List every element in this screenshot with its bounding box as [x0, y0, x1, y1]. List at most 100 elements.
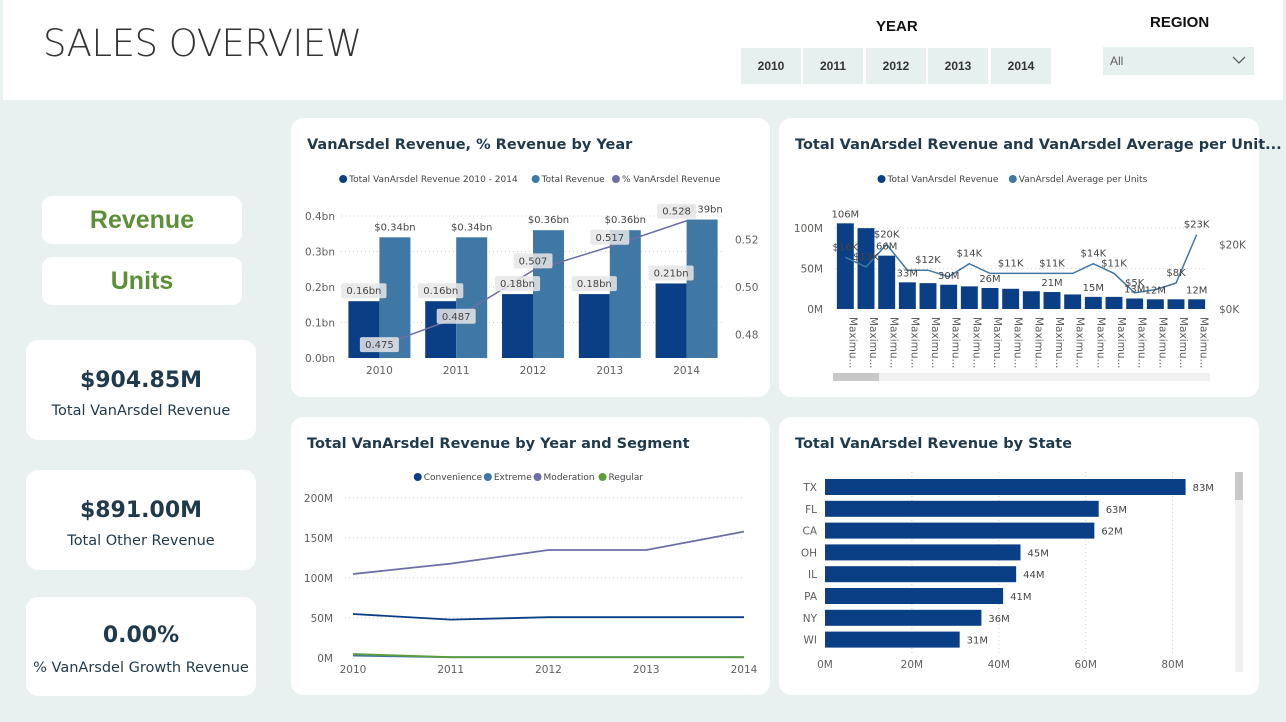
y2-tick-label: 0.48: [735, 329, 758, 341]
x-tick-label: 2014: [731, 664, 758, 676]
data-label: 44M: [1023, 570, 1044, 581]
legend-label: VanArsdel Average per Units: [1019, 175, 1148, 185]
data-label: 21M: [1041, 278, 1062, 289]
header-bar: SALES OVERVIEW: [3, 0, 1283, 100]
bar-state-revenue: [825, 566, 1017, 583]
data-label: 0.18bn: [577, 279, 612, 290]
vertical-scrollbar-thumb[interactable]: [1235, 472, 1243, 500]
legend-label: Total Revenue: [541, 175, 606, 185]
year-button-2011[interactable]: 2011: [803, 48, 863, 84]
bar-total-revenue: [533, 230, 564, 358]
page-title: SALES OVERVIEW: [43, 22, 362, 65]
data-label: 66M: [876, 242, 897, 253]
chart-card-revenue-by-year[interactable]: VanArsdel Revenue, % Revenue by Year Tot…: [291, 118, 770, 397]
bar-state-revenue: [825, 500, 1099, 517]
data-label: $11K: [998, 258, 1024, 269]
bar-vanarsdel-revenue: [1146, 299, 1164, 309]
data-label: 0.16bn: [346, 286, 381, 297]
legend-marker: [598, 473, 607, 481]
y-tick-label: 0.4bn: [305, 211, 335, 223]
data-label: 36M: [988, 614, 1009, 625]
region-dropdown[interactable]: All: [1103, 47, 1254, 75]
kpi-label: Total Other Revenue: [67, 533, 215, 549]
region-slicer-title: REGION: [1150, 14, 1210, 31]
x-tick-label: 0M: [817, 659, 833, 671]
line-convenience: [352, 613, 744, 621]
vertical-scrollbar-track[interactable]: [1235, 472, 1243, 672]
x-tick-label: 2010: [340, 664, 367, 676]
data-label: $5K: [1125, 278, 1145, 289]
data-label: 63M: [1106, 505, 1127, 516]
x-tick-label: 40M: [988, 659, 1010, 671]
y-tick-label: CA: [802, 526, 817, 538]
line-regular: [352, 653, 744, 659]
revenue-by-state-chart: 0M 20M 40M 60M 80M TX 83M FL 63M CA 62M OH 45M IL 44M…: [801, 472, 1243, 672]
y-tick-label: 50M: [311, 613, 333, 625]
legend-label: Total VanArsdel Revenue: [887, 175, 999, 185]
x-tick-label: 2012: [520, 365, 547, 377]
x-tick-label: Maximu...: [888, 317, 900, 369]
bar-vanarsdel-revenue: [1126, 298, 1144, 309]
year-slicer-title: YEAR: [876, 18, 918, 35]
y-tick-label: 0M: [807, 304, 823, 316]
x-tick-label: Maximu...: [867, 317, 879, 369]
legend-label: Convenience: [424, 473, 483, 483]
kpi-value: 0.00%: [102, 623, 180, 648]
region-dropdown-value: All: [1110, 54, 1124, 68]
y2-tick-label: $20K: [1219, 239, 1247, 251]
kpi-label: % VanArsdel Growth Revenue: [33, 660, 249, 676]
legend-marker: [413, 473, 422, 481]
data-label: $0.36bn: [605, 215, 646, 226]
x-tick-label: Maximu...: [1115, 317, 1127, 369]
kpi-value: $891.00M: [79, 498, 203, 523]
revenue-nav-button[interactable]: Revenue: [42, 196, 242, 244]
x-tick-label: 2012: [535, 664, 562, 676]
data-label: $12K: [915, 255, 941, 266]
data-label: 26M: [979, 274, 1000, 285]
chart-card-revenue-by-state[interactable]: Total VanArsdel Revenue by State 0M 20M 40…: [779, 417, 1259, 695]
data-label: 0.507: [519, 256, 548, 267]
data-label: $20K: [874, 229, 900, 240]
y2-tick-label: 0.50: [735, 282, 758, 294]
data-label: 12M: [1145, 285, 1166, 296]
year-button-2014[interactable]: 2014: [991, 48, 1051, 84]
data-label: $14K: [957, 249, 983, 260]
bar-state-revenue: [825, 522, 1095, 539]
data-label: 0.18bn: [500, 279, 535, 290]
y-tick-label: PA: [804, 591, 818, 603]
bar-state-revenue: [825, 588, 1004, 604]
bar-total-revenue: [686, 219, 718, 358]
chart-card-revenue-by-segment[interactable]: Total VanArsdel Revenue by Year and Segm…: [291, 417, 770, 695]
year-button-2012[interactable]: 2012: [866, 48, 926, 84]
year-button-2013[interactable]: 2013: [928, 48, 988, 84]
kpi-card-other-revenue: $891.00M Total Other Revenue: [26, 470, 256, 570]
revenue-by-segment-chart: Convenience Extreme Moderation Regular 200M…: [304, 473, 758, 676]
horizontal-scrollbar-track[interactable]: [833, 373, 1210, 381]
y2-tick-label: 0.52: [735, 235, 758, 247]
bar-vanarsdel-revenue: [1167, 299, 1185, 309]
legend-label: Regular: [609, 473, 644, 483]
x-tick-label: Maximu...: [970, 317, 982, 369]
horizontal-scrollbar-thumb[interactable]: [833, 373, 879, 381]
x-tick-label: Maximu...: [1053, 317, 1065, 369]
year-button-2010[interactable]: 2010: [741, 48, 801, 84]
bar-vanarsdel-revenue: [981, 287, 999, 309]
x-tick-label: 2013: [596, 365, 623, 377]
data-label: 45M: [1028, 548, 1049, 559]
data-label: $8K: [1166, 268, 1186, 279]
units-nav-button[interactable]: Units: [42, 257, 242, 305]
data-label: 0.528: [662, 207, 691, 218]
data-label: 12M: [1186, 285, 1207, 296]
y2-tick-label: $0K: [1219, 304, 1240, 316]
chart-card-revenue-avg-per-unit[interactable]: Total VanArsdel Revenue and VanArsdel Av…: [779, 118, 1282, 397]
data-label: 0.487: [442, 312, 471, 323]
x-tick-label: Maximu...: [1032, 317, 1044, 369]
kpi-value: $904.85M: [79, 368, 203, 393]
x-tick-label: Maximu...: [991, 317, 1003, 369]
y-tick-label: 0M: [317, 653, 333, 665]
y-tick-label: IL: [808, 569, 817, 581]
x-tick-label: 2014: [673, 365, 700, 377]
bar-vanarsdel-revenue: [1043, 292, 1061, 309]
data-label: 30M: [938, 271, 959, 282]
x-tick-label: Maximu...: [1156, 317, 1168, 369]
